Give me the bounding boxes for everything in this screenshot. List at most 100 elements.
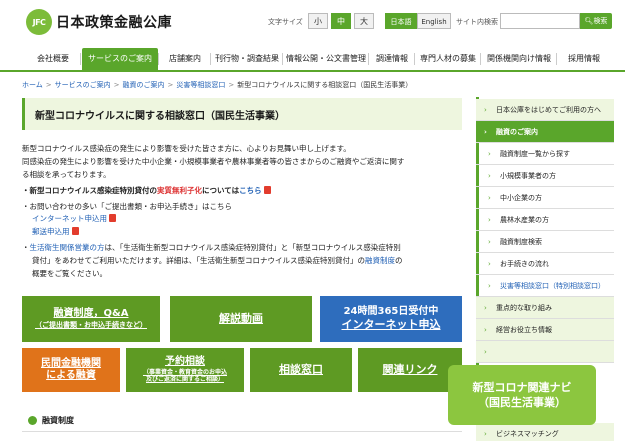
intro-paragraph-2b: る相談を承っております。 <box>22 170 111 179</box>
breadcrumb-home[interactable]: ホーム <box>22 81 43 89</box>
bullet-sanitation-line3: 概要をご覧ください。 <box>32 269 107 278</box>
font-size-medium-button[interactable]: 中 <box>331 13 351 29</box>
language-japanese-button[interactable]: 日本語 <box>385 13 417 29</box>
chevron-right-icon: › <box>488 194 491 202</box>
language-english-button[interactable]: English <box>417 13 451 29</box>
nav-divider <box>158 53 159 65</box>
tile-title: 24時間365日受付中 <box>343 305 439 317</box>
section-bullet-icon <box>28 416 37 425</box>
nav-publications[interactable]: 刊行物・調査結果 <box>212 48 282 70</box>
sidebar-item-label: 融資のご案内 <box>496 128 538 136</box>
nav-divider <box>414 53 415 65</box>
nav-related-orgs[interactable]: 関係機関向け情報 <box>482 48 556 70</box>
bullet-text: については <box>202 186 240 195</box>
sidebar-item-loans[interactable]: › 融資のご案内 <box>476 121 614 143</box>
sidebar-item-first-time[interactable]: › 日本公庫をはじめてご利用の方へ <box>476 99 614 121</box>
chevron-right-icon: › <box>484 304 487 312</box>
tile-title: による融資 <box>46 370 96 381</box>
nav-divider <box>556 53 557 65</box>
sanitation-business-link[interactable]: 生活衛生関係営業の方 <box>30 243 105 252</box>
interest-free-highlight: 実質無利子化 <box>157 186 202 195</box>
sidebar-item-business-matching[interactable]: › ビジネスマッチング <box>476 423 614 441</box>
chevron-right-icon: › <box>484 326 487 334</box>
chevron-right-icon: › <box>488 150 491 158</box>
bullet-sanitation: ・生活衛生関係営業の方は、「生活衛生新型コロナウイルス感染症特別貸付」と「新型コ… <box>22 242 401 253</box>
sidebar-item-disaster-desk[interactable]: › 災害等相談窓口（特別相談窓口） <box>476 275 614 297</box>
breadcrumb-separator: > <box>45 81 52 89</box>
chevron-right-icon: › <box>488 260 491 268</box>
bullet-text: 貸付」をあわせてご利用いただけます。詳細は、「生活衛生新型コロナウイルス感染症特… <box>32 256 365 265</box>
nav-divider <box>480 53 481 65</box>
tile-title: 融資制度，Q&A <box>53 308 129 320</box>
sidebar-item-label: 災害等相談窓口（特別相談窓口） <box>500 282 605 290</box>
breadcrumb-services[interactable]: サービスのご案内 <box>55 81 111 89</box>
bullet-text: ・新型コロナウイルス感染症特別貸付の <box>22 186 157 195</box>
interest-free-link[interactable]: こちら <box>239 186 262 195</box>
nav-disclosure[interactable]: 情報公開・公文書管理 <box>284 48 368 70</box>
sidebar-item-management-info[interactable]: › 経営お役立ち情報 <box>476 319 614 341</box>
font-size-small-button[interactable]: 小 <box>308 13 328 29</box>
nav-company[interactable]: 会社概要 <box>26 48 80 70</box>
tile-title: 民間金融機関 <box>41 357 101 369</box>
global-nav: 会社概要 サービスのご案内 店舗案内 刊行物・調査結果 情報公開・公文書管理 調… <box>0 48 625 72</box>
bullet-interest-free: ・新型コロナウイルス感染症特別貸付の実質無利子化についてはこちら <box>22 185 271 196</box>
sidebar-item-procedure[interactable]: › お手続きの流れ <box>476 253 614 275</box>
nav-recruit-experts[interactable]: 専門人材の募集 <box>416 48 480 70</box>
breadcrumb-loans[interactable]: 融資のご案内 <box>123 81 165 89</box>
mail-application-link[interactable]: 郵送申込用 <box>32 227 70 236</box>
nav-branches[interactable]: 店舗案内 <box>160 48 210 70</box>
reservation-consult-tile[interactable]: 予約相談 （事業資金・教育資金のお申込 及びご返済に関するご相談） <box>126 348 244 392</box>
navi-subtitle: （国民生活事業） <box>478 396 566 409</box>
sidebar-item-loan-search[interactable]: › 融資制度検索 <box>476 231 614 253</box>
site-search-label: サイト内検索 <box>456 18 498 26</box>
sidebar-item-priority[interactable]: › 重点的な取り組み <box>476 297 614 319</box>
search-button[interactable]: 🔍︎検索 <box>580 13 612 29</box>
site-logo[interactable]: JFC 日本政策金融公庫 <box>26 9 172 35</box>
sidebar-item-loan-list[interactable]: › 融資制度一覧から探す <box>476 143 614 165</box>
breadcrumb-disaster[interactable]: 災害等相談窓口 <box>176 81 225 89</box>
intro-paragraph-2a: 同感染症の発生により影響を受けた中小企業・小規模事業者や農林事業者等の皆さまから… <box>22 157 405 166</box>
tile-subtitle: 及びご返済に関するご相談） <box>145 376 224 384</box>
breadcrumb-separator: > <box>228 81 235 89</box>
tile-title: 関連リンク <box>382 363 438 377</box>
chevron-right-icon: › <box>488 282 491 290</box>
font-size-label: 文字サイズ <box>268 18 303 26</box>
consultation-desk-tile[interactable]: 相談窓口 <box>250 348 352 392</box>
pdf-icon <box>71 227 79 235</box>
nav-careers[interactable]: 採用情報 <box>558 48 610 70</box>
tile-subtitle: （ご提出書類・お申込手続きなど） <box>35 320 147 329</box>
navi-title: 新型コロナ関連ナビ <box>472 380 572 394</box>
pdf-icon <box>263 186 271 194</box>
private-bank-loan-tile[interactable]: 民間金融機関 による融資 <box>22 348 120 392</box>
nav-divider <box>282 53 283 65</box>
related-links-tile[interactable]: 関連リンク <box>358 348 462 392</box>
internet-application-link[interactable]: インターネット申込用 <box>32 214 107 223</box>
nav-divider <box>368 53 369 65</box>
tile-title: 解説動画 <box>219 312 263 326</box>
chevron-right-icon: › <box>484 106 487 114</box>
section-heading: 融資制度 <box>42 416 74 425</box>
tile-subtitle: インターネット申込 <box>341 318 441 332</box>
page-title: 新型コロナウイルスに関する相談窓口（国民生活事業） <box>35 111 285 122</box>
bullet-text: は、「生活衛生新型コロナウイルス感染症特別貸付」と「新型コロナウイルス感染症特別 <box>104 243 401 252</box>
sidebar-item-sme[interactable]: › 中小企業の方 <box>476 187 614 209</box>
sidebar-item-small-business[interactable]: › 小規模事業者の方 <box>476 165 614 187</box>
nav-services[interactable]: サービスのご案内 <box>82 48 158 70</box>
sidebar-item-agriculture[interactable]: › 農林水産業の方 <box>476 209 614 231</box>
bullet-documents: ・お問い合わせの多い「ご提出書類・お申込手続き」はこちら <box>22 202 232 211</box>
sidebar-item-label: 重点的な取り組み <box>496 304 552 312</box>
tile-title: 相談窓口 <box>279 363 323 377</box>
tile-title: 予約相談 <box>165 356 205 368</box>
search-button-label: 検索 <box>593 17 608 25</box>
pdf-icon <box>109 214 116 222</box>
nav-procurement[interactable]: 調達情報 <box>370 48 414 70</box>
loan-qa-tile[interactable]: 融資制度，Q&A （ご提出書類・お申込手続きなど） <box>22 296 160 342</box>
sidebar-item-hidden[interactable]: › <box>476 341 614 363</box>
font-size-large-button[interactable]: 大 <box>354 13 374 29</box>
internet-application-tile[interactable]: 24時間365日受付中 インターネット申込 <box>320 296 462 342</box>
site-search-input[interactable] <box>500 13 580 29</box>
intro-paragraph-1: 新型コロナウイルス感染症の発生により影響を受けた皆さま方に、心よりお見舞い申し上… <box>22 144 351 153</box>
covid-navi-banner[interactable]: 新型コロナ関連ナビ （国民生活事業） <box>448 365 596 425</box>
explainer-video-tile[interactable]: 解説動画 <box>170 296 312 342</box>
loan-system-link[interactable]: 融資制度 <box>365 256 395 265</box>
